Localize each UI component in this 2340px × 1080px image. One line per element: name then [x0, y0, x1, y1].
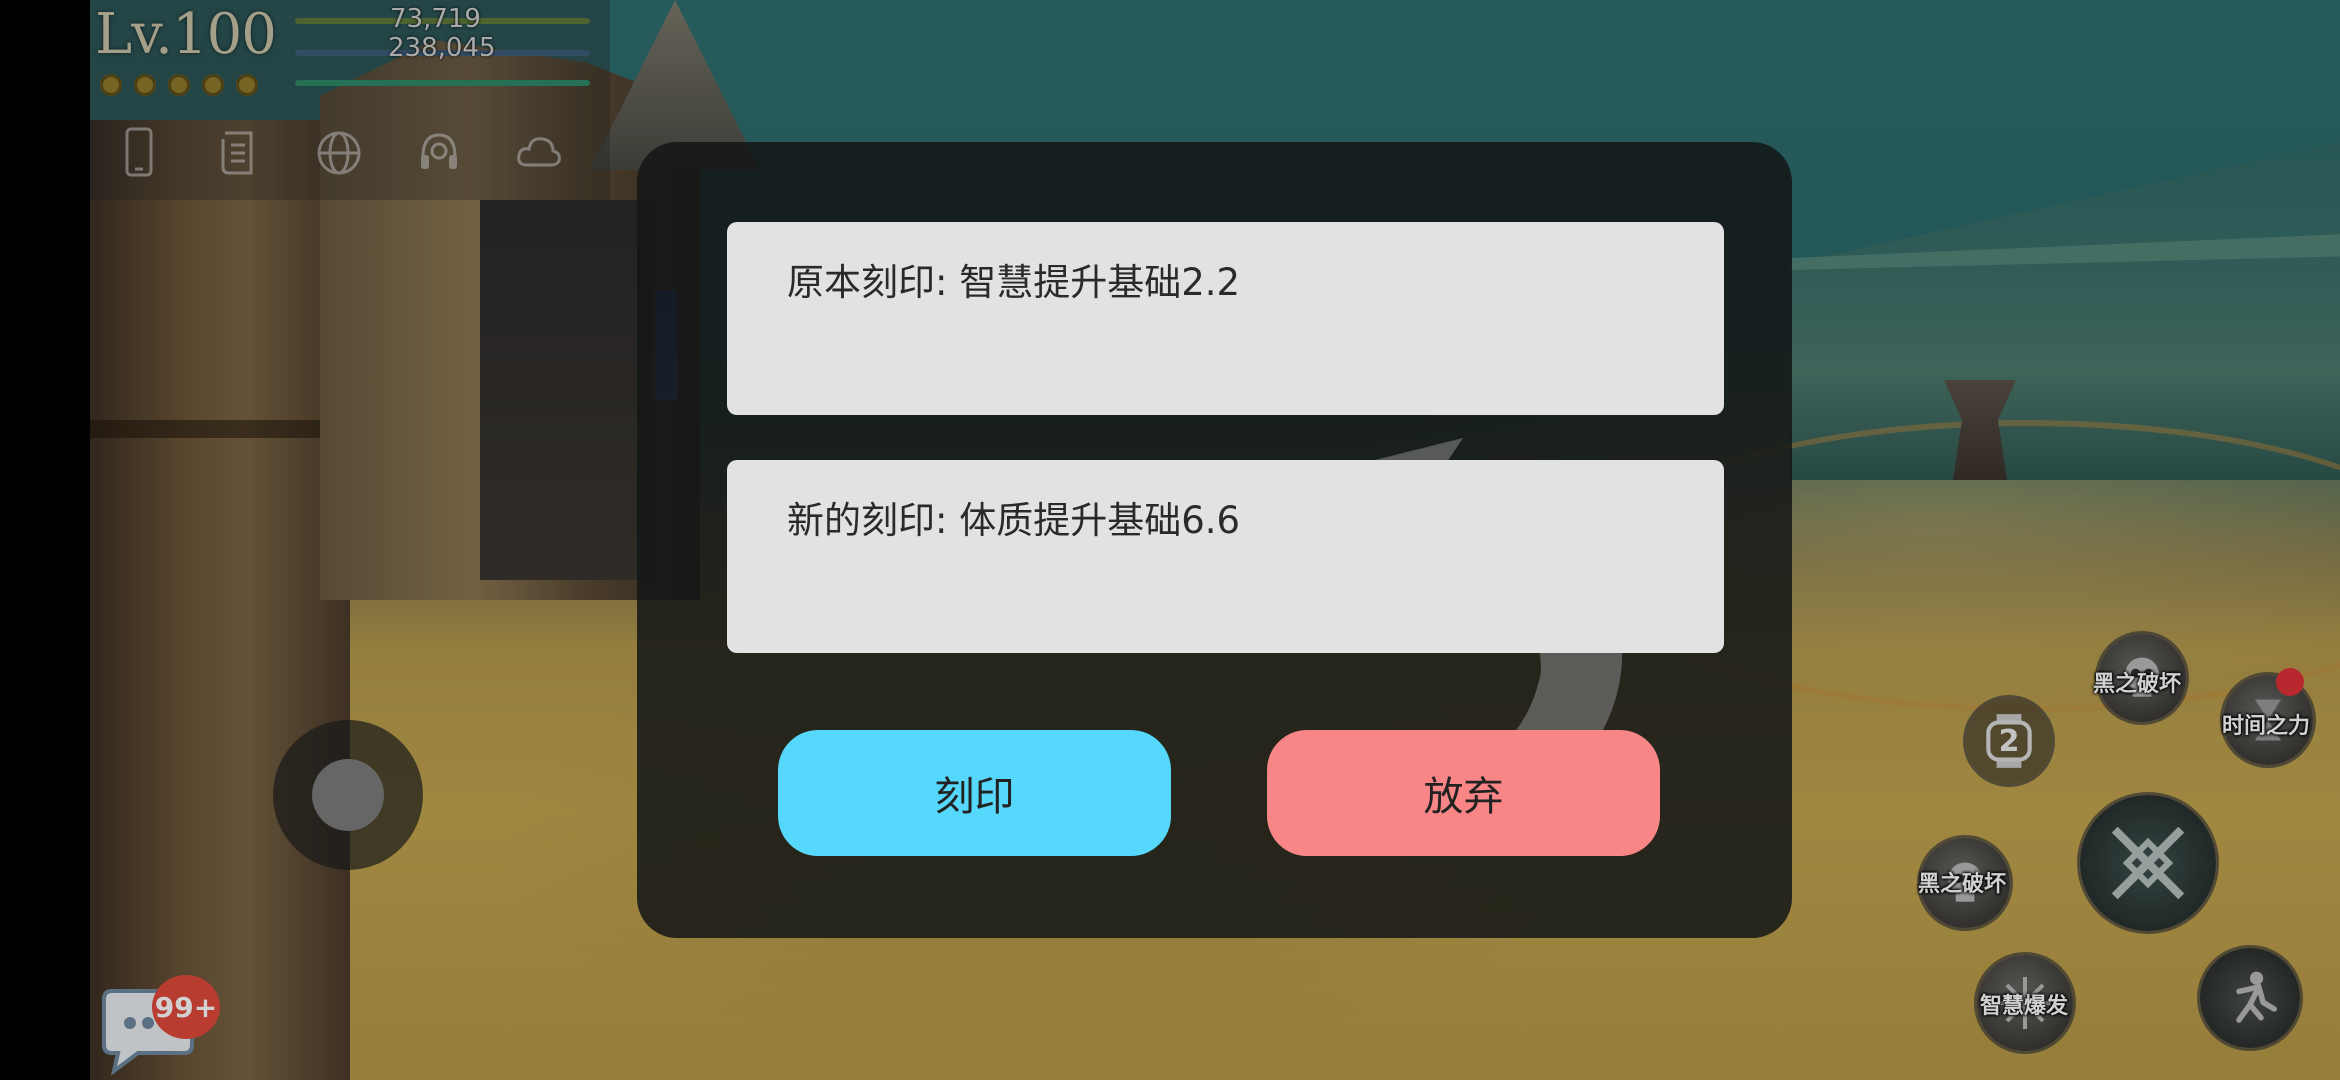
engrave-button[interactable]: 刻印 [778, 730, 1171, 856]
engraving-dialog: 原本刻印: 智慧提升基础2.2 新的刻印: 体质提升基础6.6 刻印 放弃 [637, 142, 1792, 938]
new-engraving-text: 新的刻印: 体质提升基础6.6 [787, 499, 1241, 542]
abandon-button[interactable]: 放弃 [1267, 730, 1660, 856]
new-engraving-box: 新的刻印: 体质提升基础6.6 [727, 460, 1724, 653]
original-engraving-text: 原本刻印: 智慧提升基础2.2 [787, 261, 1241, 304]
original-engraving-box: 原本刻印: 智慧提升基础2.2 [727, 222, 1724, 415]
